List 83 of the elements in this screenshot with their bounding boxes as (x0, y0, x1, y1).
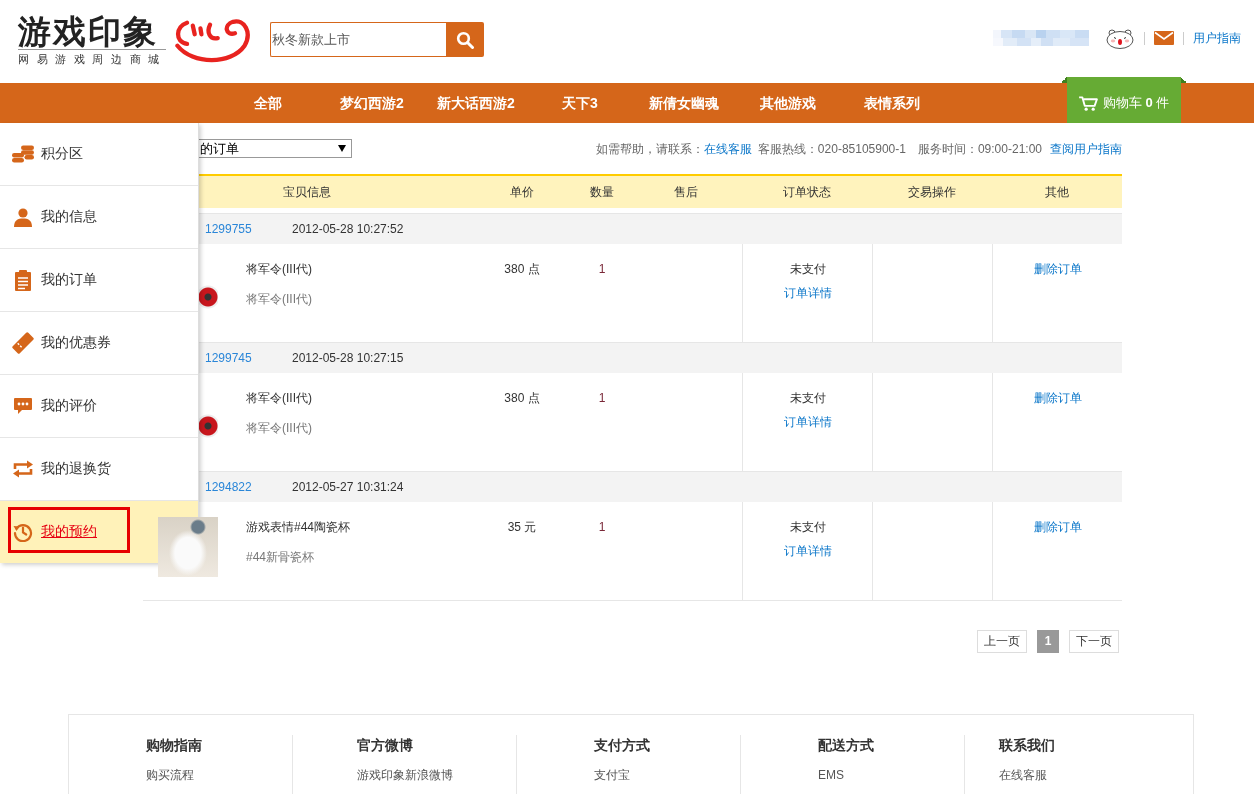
footer-link[interactable]: EMS (818, 767, 844, 783)
sidebar-item[interactable]: 我的订单 (0, 249, 198, 312)
cart-icon (1078, 95, 1098, 111)
chat-bubble-icon (12, 397, 33, 415)
nav-item[interactable]: 表情系列 (840, 83, 944, 123)
order-time: 2012-05-28 10:27:15 (292, 351, 404, 365)
footer-link[interactable]: 在线客服 (999, 767, 1047, 783)
order-filter-dropdown[interactable]: 的订单 (199, 139, 352, 158)
order-detail-link[interactable]: 订单详情 (783, 285, 832, 301)
service-hours-text: 服务时间：09:00-21:00 (917, 141, 1042, 158)
search-field[interactable]: 秋冬新款上市 (270, 22, 446, 57)
price-text: 380 点 (504, 261, 540, 277)
cart-button[interactable]: 购物车 0 件 (1061, 77, 1187, 123)
online-service-link[interactable]: 在线客服 (703, 141, 752, 158)
order-status: 未支付 (789, 519, 826, 535)
quantity-text: 1 (598, 390, 606, 406)
nav-item[interactable]: 其他游戏 (736, 83, 840, 123)
photo-placeholder (158, 517, 218, 577)
product-name: 将军令(III代) (246, 390, 312, 406)
nav-item[interactable]: 全部 (216, 83, 320, 123)
column-header: 单价 (509, 183, 535, 201)
logo-subtitle: 网易游戏周边商城 (18, 52, 166, 66)
search-icon (456, 30, 474, 49)
hotline-text: 客服热线：020-85105900-1 (757, 141, 906, 158)
order-number-link[interactable]: 1299755 (205, 222, 292, 236)
sidebar-item[interactable]: 我的信息 (0, 186, 198, 249)
footer-heading: 购物指南 (146, 736, 202, 755)
nav-item[interactable]: 天下3 (528, 83, 632, 123)
user-guide-link[interactable]: 查阅用户指南 (1050, 141, 1122, 158)
column-header: 售后 (673, 183, 699, 201)
footer-link[interactable]: 购买流程 (146, 767, 194, 783)
price-text: 380 点 (504, 390, 540, 406)
quantity-text: 1 (598, 261, 606, 277)
clipboard-icon (14, 269, 31, 291)
footer-heading: 联系我们 (999, 736, 1055, 755)
user-guide-link[interactable]: 用户指南 (1193, 29, 1241, 47)
swap-arrows-icon (11, 460, 34, 478)
order-status: 未支付 (789, 261, 826, 277)
product-spec: #44新骨瓷杯 (246, 549, 315, 565)
footer-heading: 支付方式 (594, 736, 650, 755)
coins-icon (11, 145, 34, 163)
column-header: 订单状态 (782, 183, 832, 201)
sidebar-item[interactable]: 我的优惠券 (0, 312, 198, 375)
order-status: 未支付 (789, 390, 826, 406)
price-text: 35 元 (507, 519, 537, 535)
order-time: 2012-05-28 10:27:52 (292, 222, 404, 236)
order-number-link[interactable]: 1299745 (205, 351, 292, 365)
caret-icon (338, 145, 346, 152)
delete-order-link[interactable]: 删除订单 (1033, 390, 1082, 406)
history-clock-icon (12, 522, 33, 542)
footer-heading: 配送方式 (818, 736, 874, 755)
column-header: 其他 (1044, 183, 1070, 201)
footer-link[interactable]: 支付宝 (594, 767, 630, 783)
nav-item[interactable]: 新倩女幽魂 (632, 83, 736, 123)
sidebar-item[interactable]: 积分区 (0, 123, 198, 186)
footer-link[interactable]: 游戏印象新浪微博 (357, 767, 453, 783)
product-spec: 将军令(III代) (246, 291, 312, 307)
delete-order-link[interactable]: 删除订单 (1033, 261, 1082, 277)
quantity-text: 1 (598, 519, 606, 535)
help-prompt: 如需帮助，请联系： (595, 141, 704, 158)
nav-item[interactable]: 新大话西游2 (424, 83, 528, 123)
column-header: 数量 (589, 183, 615, 201)
product-name: 将军令(III代) (246, 261, 312, 277)
delete-order-link[interactable]: 删除订单 (1033, 519, 1082, 535)
page-number-button[interactable]: 1 (1037, 630, 1059, 653)
mail-icon[interactable] (1154, 31, 1174, 45)
prev-page-button[interactable]: 上一页 (977, 630, 1027, 653)
footer-heading: 官方微博 (357, 736, 413, 755)
product-spec: 将军令(III代) (246, 420, 312, 436)
nav-item[interactable]: 梦幻西游2 (320, 83, 424, 123)
logo-title: 游戏印象 (18, 17, 166, 50)
order-detail-link[interactable]: 订单详情 (783, 543, 832, 559)
column-header: 交易操作 (907, 183, 957, 201)
bear-face-icon[interactable] (1105, 27, 1135, 49)
person-icon (13, 207, 32, 227)
next-page-button[interactable]: 下一页 (1069, 630, 1119, 653)
order-detail-link[interactable]: 订单详情 (783, 414, 832, 430)
column-header: 宝贝信息 (281, 183, 332, 201)
order-number-link[interactable]: 1294822 (205, 480, 292, 494)
order-time: 2012-05-27 10:31:24 (292, 480, 404, 494)
search-button[interactable] (446, 22, 484, 57)
product-name: 游戏表情#44陶瓷杯 (246, 519, 351, 535)
sidebar-item[interactable]: 我的评价 (0, 375, 198, 438)
